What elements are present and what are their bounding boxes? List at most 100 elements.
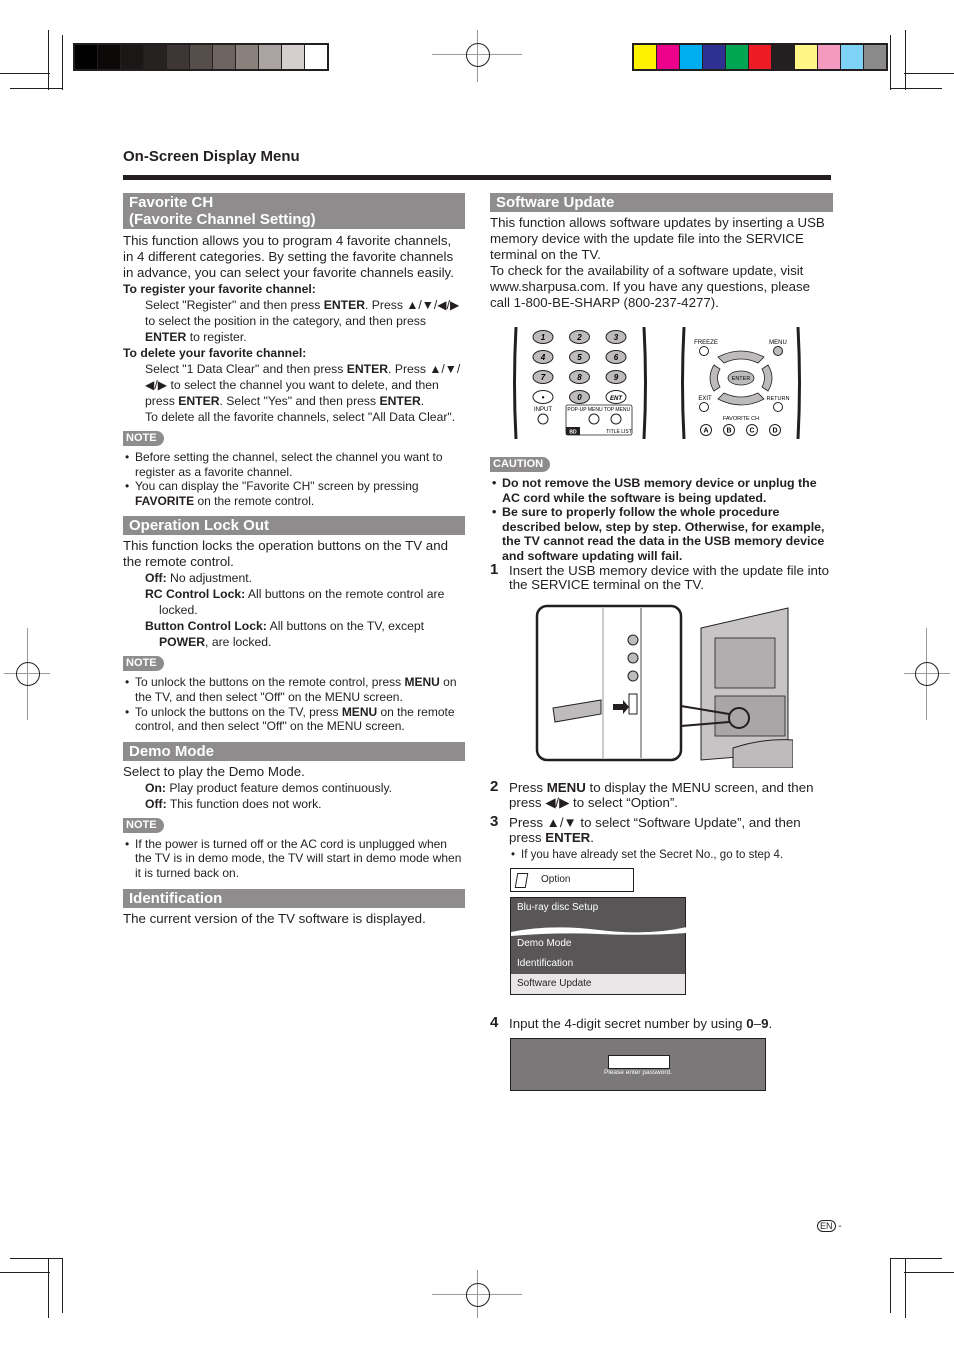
identification-text: The current version of the TV software i… (123, 910, 426, 926)
page-footer: EN - (817, 1220, 842, 1232)
option-icon (514, 872, 529, 888)
favorite-key-label: B (726, 428, 731, 435)
delete-all-text: To delete all the favorite channels, sel… (145, 410, 456, 424)
demo-option-on: On: Play product feature demos continuou… (123, 780, 465, 796)
text: to register. (186, 330, 247, 344)
color-swatch (864, 45, 886, 69)
caution-block: CAUTION Do not remove the USB memory dev… (490, 455, 833, 593)
exit-label: EXIT (698, 396, 712, 402)
step-number: 3 (490, 813, 499, 830)
menu-item[interactable]: Identification (511, 954, 685, 974)
step-2: 2 Press MENU to display the MENU screen,… (490, 779, 833, 810)
menu-item[interactable]: Blu-ray disc Setup (511, 898, 685, 926)
key-favorite: FAVORITE (135, 493, 195, 508)
remote-key-label: 7 (541, 373, 546, 382)
favorite-intro: This function allows you to program 4 fa… (123, 233, 454, 280)
right-column: Software Update This function allows sof… (490, 193, 833, 311)
color-swatch (657, 45, 680, 69)
step-number: 1 (490, 560, 499, 578)
note-item: To unlock the buttons on the remote cont… (123, 675, 465, 704)
option-label: RC Control Lock: (145, 587, 246, 602)
register-heading: To register your favorite channel: (123, 282, 316, 296)
color-swatch (634, 45, 657, 69)
software-intro-1: This function allows software updates by… (490, 215, 825, 262)
remote-key-label: 0 (577, 393, 582, 402)
step-4: 4 Input the 4-digit secret number by usi… (490, 1015, 833, 1032)
section-demo-mode: Demo Mode (123, 741, 465, 761)
key-enter: ENTER (145, 330, 187, 344)
page-title: On-Screen Display Menu (123, 148, 300, 165)
remote-number-keys-illustration: 1 2 3 4 5 6 7 8 9 • 0 ENT BD INPUT POP-UP MENU TOP … (510, 327, 650, 439)
menu-title-bar: Option (510, 868, 634, 892)
top-menu-label: TOP MENU (604, 407, 631, 413)
note-item: To unlock the buttons on the TV, press M… (123, 705, 465, 734)
note-item: If you have already set the Secret No., … (509, 848, 833, 862)
remote-key-label: ENT (610, 396, 623, 402)
gray-swatch (167, 45, 190, 69)
remote-key-label: 2 (576, 333, 582, 342)
note-item: Before setting the channel, select the c… (123, 450, 465, 479)
step-3: 3 Press ▲/▼ to select “Software Update”,… (490, 813, 833, 845)
option-text: No adjustment. (166, 571, 253, 586)
section-software-update: Software Update (490, 193, 833, 212)
step-text: . (590, 830, 594, 845)
key-menu: MENU (341, 704, 378, 719)
lock-option-off: Off: No adjustment. (123, 570, 465, 586)
favorite-notes: Before setting the channel, select the c… (123, 450, 465, 508)
key-power: POWER (159, 635, 206, 650)
freeze-label: FREEZE (694, 340, 718, 346)
gray-swatch (75, 45, 98, 69)
password-input[interactable] (608, 1055, 670, 1069)
key-enter: ENTER (379, 394, 421, 408)
key-enter: ENTER (545, 830, 591, 845)
step-text: Press (509, 780, 547, 795)
lock-option-rc: RC Control Lock: All buttons on the remo… (123, 586, 465, 618)
remote-key-label: 5 (577, 353, 582, 362)
favorite-key-label: D (772, 428, 777, 435)
color-swatch (726, 45, 749, 69)
step-4-text: 4 Input the 4-digit secret number by usi… (490, 1015, 833, 1032)
left-column: Favorite CH (Favorite Channel Setting) T… (123, 193, 465, 927)
language-badge: EN (817, 1220, 836, 1232)
option-text: Play product feature demos continuously. (165, 780, 393, 795)
section-operation-lock-out: Operation Lock Out (123, 516, 465, 536)
text: on the remote control. (194, 493, 315, 508)
text: . Select "Yes" and then press (219, 394, 380, 408)
caution-badge: CAUTION (490, 457, 551, 472)
demo-notes: If the power is turned off or the AC cor… (123, 837, 465, 881)
caution-item: Be sure to properly follow the whole pro… (490, 505, 833, 563)
note-badge: NOTE (123, 656, 164, 672)
favorite-ch-label: FAVORITE CH (723, 416, 759, 422)
color-swatch (749, 45, 772, 69)
option-menu-screen: Option Blu-ray disc Setup Demo Mode Iden… (510, 868, 687, 995)
section-favorite-ch: Favorite CH (Favorite Channel Setting) (123, 193, 465, 229)
option-text: This function does not work. (166, 796, 322, 811)
gray-swatch (282, 45, 305, 69)
menu-title: Option (541, 874, 571, 885)
remote-navigation-illustration: FREEZE MENU ENTER EXIT RETURN FAVORITE C… (678, 327, 804, 439)
menu-item[interactable]: Demo Mode (511, 934, 685, 954)
return-label: RETURN (767, 396, 790, 402)
color-swatch (795, 45, 818, 69)
caution-item: Do not remove the USB memory device or u… (490, 476, 833, 505)
text: To unlock the buttons on the remote cont… (135, 675, 405, 690)
menu-item-selected[interactable]: Software Update (511, 974, 685, 994)
grayscale-bar (73, 43, 329, 71)
note-badge: NOTE (123, 817, 164, 833)
text: You can display the "Favorite CH" screen… (135, 479, 419, 494)
password-screen: Please enter password. (510, 1038, 766, 1091)
lock-intro: This function locks the operation button… (123, 538, 448, 570)
option-text: , are locked. (205, 635, 272, 650)
remote-key-label: 4 (540, 353, 546, 362)
option-label: Off: (145, 796, 167, 811)
text: Select "Register" and then press (145, 298, 324, 312)
gray-swatch (98, 45, 121, 69)
favorite-key-label: C (749, 428, 754, 435)
enter-key-label: ENTER (732, 376, 751, 382)
text: . (420, 394, 425, 408)
remote-key-label: • (542, 393, 545, 402)
gray-swatch (190, 45, 213, 69)
gray-swatch (236, 45, 259, 69)
color-bar (632, 43, 888, 71)
gray-swatch (259, 45, 282, 69)
